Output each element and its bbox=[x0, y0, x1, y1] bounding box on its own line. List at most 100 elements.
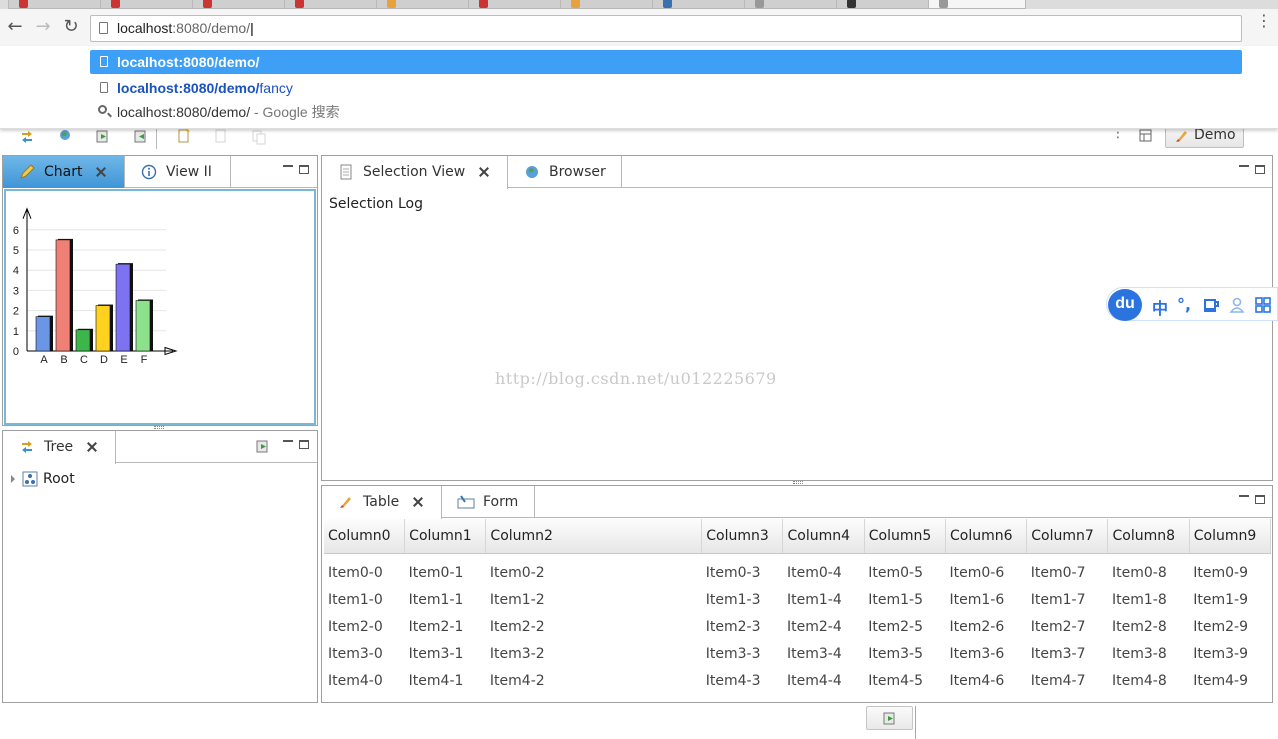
table-cell[interactable]: Item3-2 bbox=[486, 640, 702, 667]
browser-tab[interactable] bbox=[652, 0, 750, 9]
column-header[interactable]: Column9 bbox=[1189, 519, 1272, 554]
table-cell[interactable]: Item0-2 bbox=[486, 553, 702, 586]
table-cell[interactable]: Item3-3 bbox=[702, 640, 783, 667]
table-cell[interactable]: Item0-8 bbox=[1108, 553, 1189, 586]
new-file-icon[interactable] bbox=[176, 129, 192, 145]
address-bar[interactable]: localhost:8080/demo/| bbox=[90, 15, 1242, 42]
user-icon[interactable] bbox=[1229, 297, 1245, 313]
table-cell[interactable]: Item3-0 bbox=[324, 640, 405, 667]
table-cell[interactable]: Item4-0 bbox=[324, 667, 405, 694]
minimize-icon[interactable] bbox=[1239, 165, 1249, 167]
table-cell[interactable]: Item2-7 bbox=[1027, 613, 1108, 640]
back-arrow-icon[interactable]: ← bbox=[5, 17, 25, 37]
table-cell[interactable]: Item1-1 bbox=[405, 586, 486, 613]
table-cell[interactable]: Item4-7 bbox=[1027, 667, 1108, 694]
panel-min-max-controls[interactable] bbox=[283, 440, 313, 452]
table-cell[interactable]: Item4-8 bbox=[1108, 667, 1189, 694]
panel-min-max-controls[interactable] bbox=[1239, 495, 1269, 507]
table-cell[interactable]: Item0-0 bbox=[324, 553, 405, 586]
table-cell[interactable]: Item3-5 bbox=[864, 640, 945, 667]
tab-tree[interactable]: Tree bbox=[3, 431, 116, 464]
globe-icon[interactable] bbox=[57, 129, 73, 145]
tab-chart[interactable]: Chart bbox=[3, 156, 125, 188]
table-cell[interactable]: Item3-4 bbox=[783, 640, 864, 667]
tab-table[interactable]: Table bbox=[322, 486, 442, 519]
forward-arrow-icon[interactable]: → bbox=[33, 17, 53, 37]
minimize-icon[interactable] bbox=[283, 440, 293, 442]
table-row[interactable]: Item1-0 Item1-1 Item1-2 Item1-3 Item1-4 Item1… bbox=[324, 586, 1271, 613]
table-cell[interactable]: Item3-9 bbox=[1189, 640, 1270, 667]
table-cell[interactable]: Item0-1 bbox=[405, 553, 486, 586]
table-row[interactable]: Item2-0 Item2-1 Item2-2 Item2-3 Item2-4 Item2… bbox=[324, 613, 1271, 640]
suggestion-item[interactable]: localhost:8080/demo/ bbox=[90, 50, 1242, 74]
table-row[interactable]: Item0-0 Item0-1 Item0-2 Item0-3 Item0-4 Item0… bbox=[324, 553, 1271, 586]
minimize-icon[interactable] bbox=[283, 165, 293, 167]
table-cell[interactable]: Item1-3 bbox=[702, 586, 783, 613]
table-cell[interactable]: Item2-8 bbox=[1108, 613, 1189, 640]
import-icon[interactable] bbox=[133, 129, 149, 145]
table-cell[interactable]: Item1-6 bbox=[945, 586, 1026, 613]
table-cell[interactable]: Item3-6 bbox=[945, 640, 1026, 667]
table-cell[interactable]: Item4-2 bbox=[486, 667, 702, 694]
browser-tab[interactable] bbox=[744, 0, 842, 9]
table-cell[interactable]: Item0-3 bbox=[702, 553, 783, 586]
reload-icon[interactable]: ↻ bbox=[61, 17, 81, 37]
column-header[interactable]: Column1 bbox=[404, 519, 487, 554]
browser-tab-active[interactable] bbox=[928, 0, 1026, 9]
sash-handle[interactable] bbox=[793, 481, 803, 484]
export-icon[interactable] bbox=[95, 129, 111, 145]
table-cell[interactable]: Item0-9 bbox=[1189, 553, 1270, 586]
status-export-button[interactable] bbox=[866, 706, 913, 730]
maximize-icon[interactable] bbox=[299, 440, 309, 449]
table-cell[interactable]: Item1-8 bbox=[1108, 586, 1189, 613]
browser-menu-icon[interactable]: ⋮ bbox=[1256, 13, 1272, 29]
column-header[interactable]: Column4 bbox=[782, 519, 865, 554]
browser-tab[interactable] bbox=[8, 0, 106, 9]
table-cell[interactable]: Item1-4 bbox=[783, 586, 864, 613]
table-cell[interactable]: Item0-5 bbox=[864, 553, 945, 586]
punctuation-icon[interactable]: °, bbox=[1177, 295, 1191, 314]
cup-icon[interactable] bbox=[1203, 297, 1219, 313]
table-cell[interactable]: Item0-6 bbox=[945, 553, 1026, 586]
browser-tab[interactable] bbox=[284, 0, 382, 9]
maximize-icon[interactable] bbox=[1255, 165, 1265, 174]
table-cell[interactable]: Item4-1 bbox=[405, 667, 486, 694]
ime-language-toggle[interactable]: 中 bbox=[1152, 295, 1168, 319]
refresh-arrows-icon[interactable] bbox=[19, 129, 35, 145]
sash-handle[interactable] bbox=[154, 426, 164, 429]
tree-item-root[interactable]: Root bbox=[43, 471, 75, 487]
table-cell[interactable]: Item0-4 bbox=[783, 553, 864, 586]
close-icon[interactable] bbox=[87, 442, 97, 452]
ime-toolbar[interactable]: du 中 °, bbox=[1106, 287, 1278, 321]
table-cell[interactable]: Item2-6 bbox=[945, 613, 1026, 640]
close-icon[interactable] bbox=[479, 167, 489, 177]
column-header[interactable]: Column3 bbox=[701, 519, 784, 554]
open-perspective-icon[interactable] bbox=[1138, 129, 1154, 145]
table-cell[interactable]: Item1-2 bbox=[486, 586, 702, 613]
table-cell[interactable]: Item4-3 bbox=[702, 667, 783, 694]
panel-min-max-controls[interactable] bbox=[283, 165, 313, 177]
close-icon[interactable] bbox=[96, 167, 106, 177]
expand-arrow-icon[interactable] bbox=[11, 475, 15, 483]
table-cell[interactable]: Item1-0 bbox=[324, 586, 405, 613]
table-row[interactable]: Item3-0 Item3-1 Item3-2 Item3-3 Item3-4 Item3… bbox=[324, 640, 1271, 667]
maximize-icon[interactable] bbox=[299, 165, 309, 174]
minimize-icon[interactable] bbox=[1239, 495, 1249, 497]
close-icon[interactable] bbox=[413, 497, 423, 507]
table-cell[interactable]: Item3-1 bbox=[405, 640, 486, 667]
table-cell[interactable]: Item2-5 bbox=[864, 613, 945, 640]
paste-icon[interactable] bbox=[251, 129, 267, 145]
table-row[interactable]: Item4-0 Item4-1 Item4-2 Item4-3 Item4-4 Item4… bbox=[324, 667, 1271, 694]
tab-view-ii[interactable]: View II bbox=[125, 156, 231, 188]
table-cell[interactable]: Item3-8 bbox=[1108, 640, 1189, 667]
tab-selection-view[interactable]: Selection View bbox=[322, 156, 508, 189]
browser-tab[interactable] bbox=[836, 0, 934, 9]
table-cell[interactable]: Item4-9 bbox=[1189, 667, 1270, 694]
table-cell[interactable]: Item2-0 bbox=[324, 613, 405, 640]
column-header[interactable]: Column0 bbox=[324, 519, 406, 554]
table-cell[interactable]: Item4-4 bbox=[783, 667, 864, 694]
panel-min-max-controls[interactable] bbox=[1239, 165, 1269, 177]
ime-logo[interactable]: du bbox=[1108, 289, 1142, 321]
column-header[interactable]: Column2 bbox=[485, 519, 703, 554]
table-cell[interactable]: Item2-4 bbox=[783, 613, 864, 640]
